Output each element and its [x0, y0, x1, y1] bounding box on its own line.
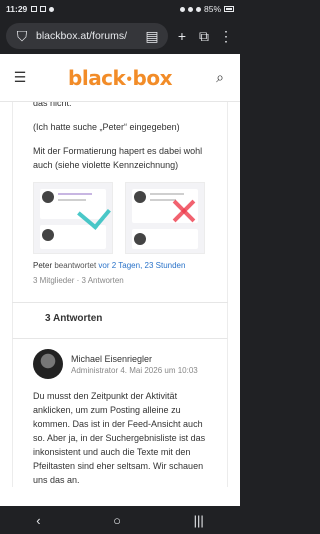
- wifi-icon: [187, 6, 193, 12]
- post-paragraph-1: (Ich hatte suche „Peter“ eingegeben): [33, 122, 180, 132]
- battery-percent: 85%: [203, 4, 221, 14]
- reply-header: Michael Eisenriegler Administrator 4. Ma…: [33, 349, 207, 379]
- browser-toolbar: ⛉ blackbox.at/forums/ ▤ + ⧉ ⋮: [0, 18, 240, 54]
- signal-icon: [195, 6, 201, 12]
- settings-icon: [49, 6, 55, 12]
- site-header: ☰ black•box ⌕: [0, 54, 240, 102]
- attachment-thumbnail-2[interactable]: [125, 182, 205, 254]
- search-icon[interactable]: ⌕: [212, 69, 228, 86]
- attachment-thumbnails: [33, 182, 207, 254]
- alarm-icon: [179, 6, 185, 12]
- home-icon[interactable]: ○: [113, 513, 121, 528]
- post-time-link[interactable]: vor 2 Tagen, 23 Stunden: [98, 261, 185, 270]
- back-icon[interactable]: ‹: [36, 513, 40, 528]
- battery-icon: [224, 6, 234, 12]
- logo-right: box: [132, 65, 173, 90]
- menu-icon[interactable]: ☰: [12, 69, 28, 86]
- url-text[interactable]: blackbox.at/forums/: [36, 30, 138, 42]
- post-stats: 3 Mitglieder · 3 Antworten: [33, 276, 124, 285]
- address-bar[interactable]: ⛉ blackbox.at/forums/ ▤: [6, 23, 168, 49]
- message-icon: [31, 6, 38, 12]
- post-body: das nicht. (Ich hatte suche „Peter“ eing…: [13, 102, 227, 302]
- page-content: das nicht. (Ich hatte suche „Peter“ eing…: [0, 102, 240, 506]
- status-notification-icons: [31, 6, 55, 12]
- logo-left: black: [68, 65, 126, 90]
- original-post: das nicht. (Ich hatte suche „Peter“ eing…: [12, 102, 228, 302]
- status-system-icons: 85%: [179, 4, 234, 14]
- status-bar: 11:29 85%: [0, 0, 240, 18]
- reply-post: Michael Eisenriegler Administrator 4. Ma…: [12, 339, 228, 487]
- tabs-icon[interactable]: ⧉: [196, 28, 212, 44]
- reply-body: Du musst den Zeitpunkt der Aktivität ank…: [33, 391, 206, 485]
- logo-separator: •: [125, 72, 133, 86]
- site-info-icon[interactable]: ⛉: [14, 28, 30, 44]
- avatar[interactable]: [33, 349, 63, 379]
- image-icon: [40, 6, 47, 12]
- status-time: 11:29: [6, 4, 28, 14]
- more-menu-icon[interactable]: ⋮: [218, 28, 234, 44]
- post-line-1: das nicht.: [33, 102, 72, 108]
- post-meta: Peter beantwortet vor 2 Tagen, 23 Stunde…: [33, 260, 207, 272]
- site-logo[interactable]: black•box: [28, 66, 212, 90]
- post-author-link[interactable]: Peter: [33, 261, 52, 270]
- post-answered-label: beantwortet: [54, 261, 97, 270]
- post-paragraph-2: Mit der Formatierung hapert es dabei woh…: [33, 146, 203, 170]
- answers-heading: 3 Antworten: [12, 303, 228, 339]
- reader-mode-icon[interactable]: ▤: [144, 28, 160, 44]
- reply-author-name[interactable]: Michael Eisenriegler: [71, 354, 198, 364]
- reply-role-date: Administrator 4. Mai 2026 um 10:03: [71, 365, 198, 375]
- recents-icon[interactable]: |||: [194, 513, 204, 528]
- attachment-thumbnail-1[interactable]: [33, 182, 113, 254]
- new-tab-icon[interactable]: +: [174, 28, 190, 44]
- system-navigation-bar: ‹ ○ |||: [0, 506, 240, 534]
